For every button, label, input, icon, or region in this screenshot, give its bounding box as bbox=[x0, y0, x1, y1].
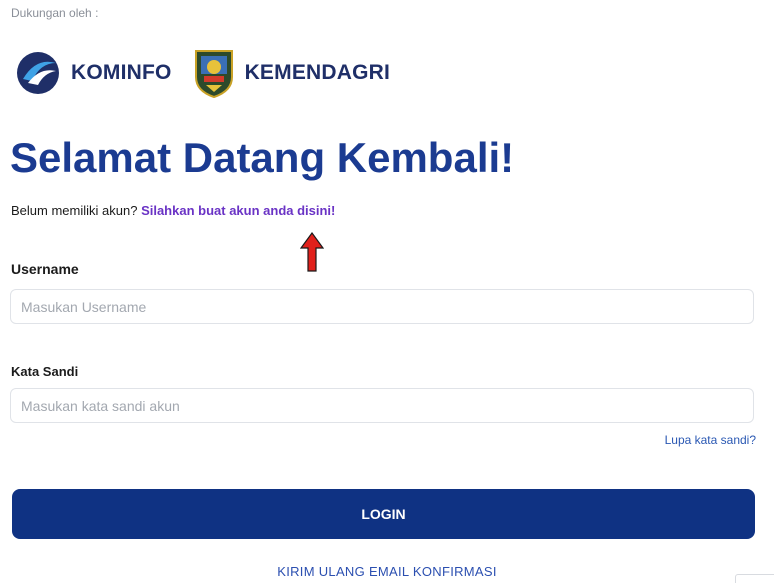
kominfo-logo-group: KOMINFO bbox=[14, 49, 172, 97]
kemendagri-name: KEMENDAGRI bbox=[244, 61, 391, 84]
red-up-arrow-icon bbox=[300, 232, 324, 272]
kemendagri-logo-group: KEMENDAGRI bbox=[172, 47, 391, 99]
register-link[interactable]: Silahkan buat akun anda disini! bbox=[141, 203, 335, 218]
username-label: Username bbox=[11, 261, 79, 277]
partner-logos: KOMINFO KEMENDAGRI bbox=[14, 44, 390, 102]
page-title: Selamat Datang Kembali! bbox=[10, 134, 515, 181]
no-account-text: Belum memiliki akun? bbox=[11, 203, 138, 218]
forgot-password-link[interactable]: Lupa kata sandi? bbox=[665, 433, 756, 447]
register-prompt: Belum memiliki akun? Silahkan buat akun … bbox=[11, 203, 335, 218]
kominfo-logo-icon bbox=[17, 52, 59, 94]
password-input[interactable] bbox=[10, 388, 754, 423]
username-input[interactable] bbox=[10, 289, 754, 324]
supported-by-label: Dukungan oleh : bbox=[11, 6, 99, 20]
login-button[interactable]: LOGIN bbox=[12, 489, 755, 539]
kominfo-name: KOMINFO bbox=[71, 61, 172, 84]
kemendagri-emblem-icon bbox=[194, 50, 233, 99]
resend-confirmation-link[interactable]: KIRIM ULANG EMAIL KONFIRMASI bbox=[0, 564, 774, 579]
login-page: Dukungan oleh : KOMINFO KEMENDAGRI Selam… bbox=[0, 0, 774, 583]
corner-widget bbox=[735, 574, 774, 583]
password-label: Kata Sandi bbox=[11, 364, 79, 379]
